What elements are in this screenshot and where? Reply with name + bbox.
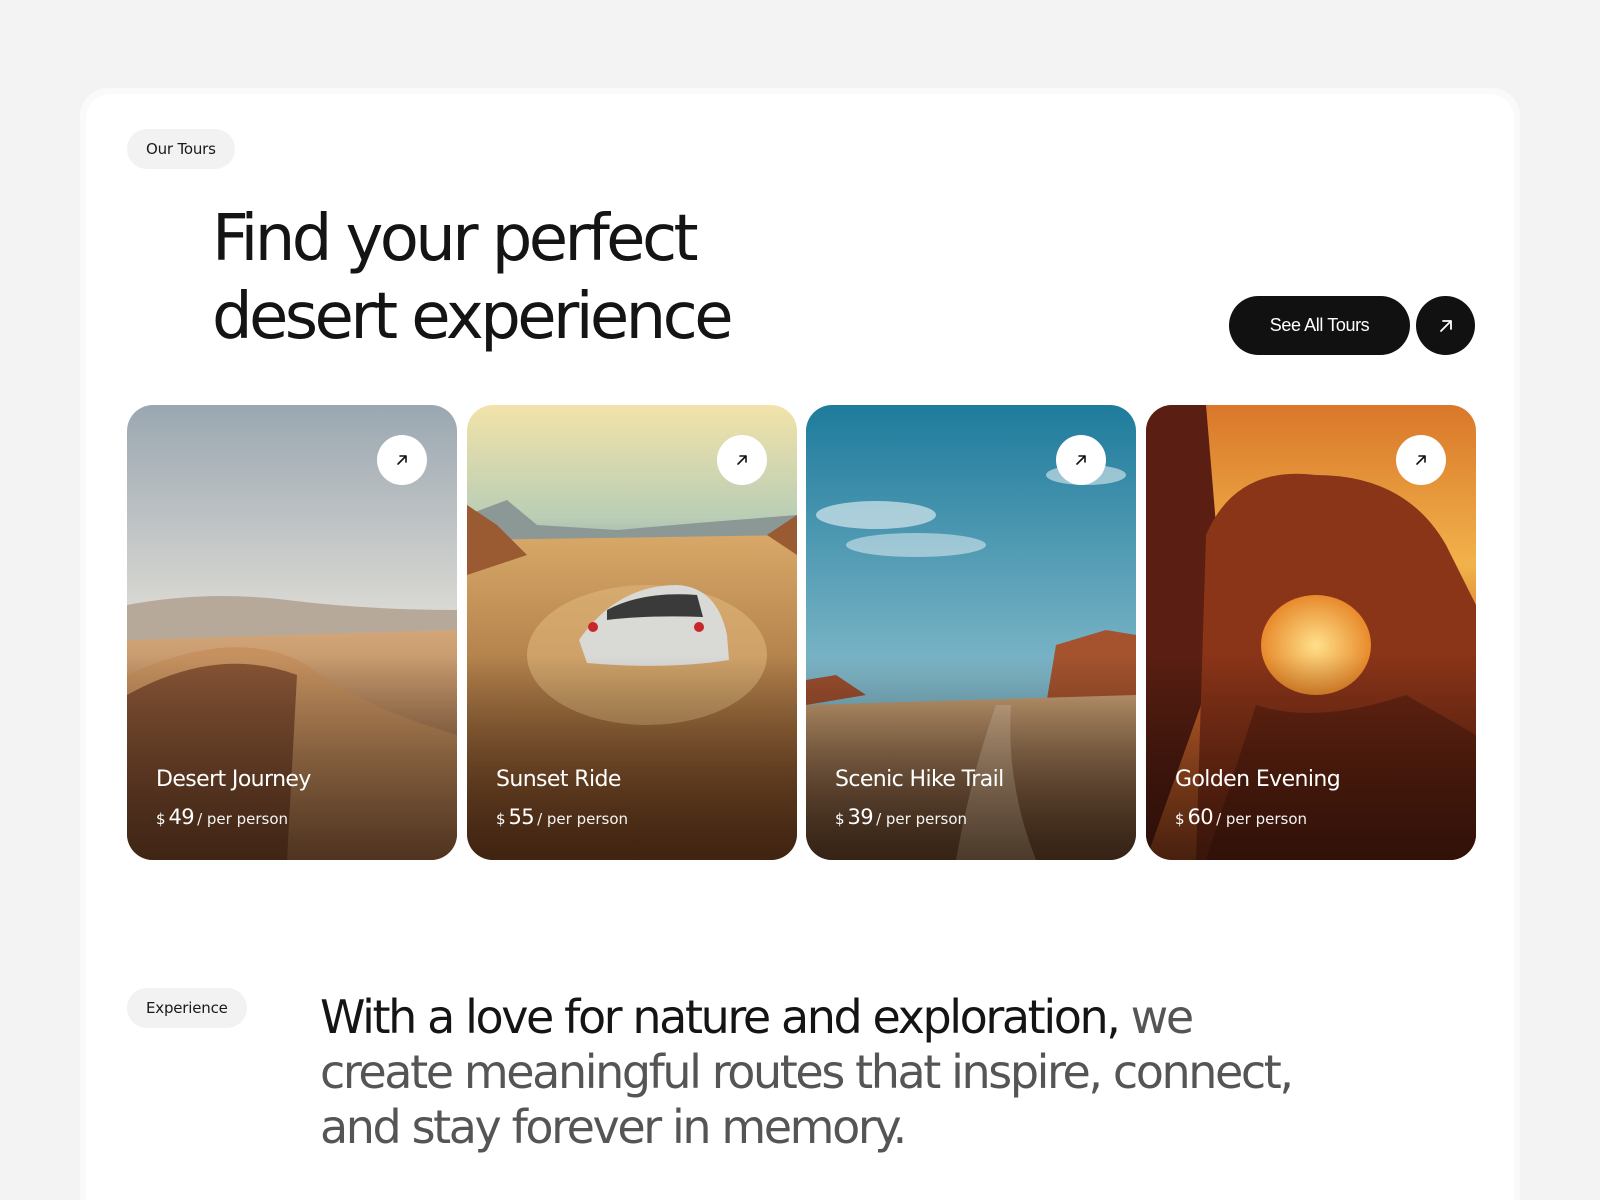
price-currency: $ xyxy=(496,810,506,828)
tour-price: $ 60 / per person xyxy=(1175,805,1307,829)
headline-line-2: desert experience xyxy=(212,280,734,354)
statement-emphasis: With a love for nature and exploration, xyxy=(320,990,1121,1044)
tour-price: $ 39 / per person xyxy=(835,805,967,829)
tour-title: Desert Journey xyxy=(156,767,311,792)
tour-title: Scenic Hike Trail xyxy=(835,767,1004,792)
card-open-button[interactable] xyxy=(377,435,427,485)
card-open-button[interactable] xyxy=(717,435,767,485)
headline-line-1: Find your perfect xyxy=(212,202,699,276)
card-open-button[interactable] xyxy=(1396,435,1446,485)
price-unit: / per person xyxy=(1216,810,1308,828)
section-badge-experience: Experience xyxy=(127,988,247,1028)
tour-card-golden-evening[interactable]: Golden Evening $ 60 / per person xyxy=(1146,405,1476,860)
arrow-up-right-icon xyxy=(737,455,747,465)
tour-price: $ 49 / per person xyxy=(156,805,288,829)
price-amount: 49 xyxy=(168,805,195,829)
tour-title: Sunset Ride xyxy=(496,767,621,792)
price-currency: $ xyxy=(835,810,845,828)
section-badge-tours: Our Tours xyxy=(127,129,235,169)
card-open-button[interactable] xyxy=(1056,435,1106,485)
price-amount: 39 xyxy=(847,805,874,829)
price-currency: $ xyxy=(1175,810,1185,828)
tour-card-scenic-hike-trail[interactable]: Scenic Hike Trail $ 39 / per person xyxy=(806,405,1136,860)
tour-card-desert-journey[interactable]: Desert Journey $ 49 / per person xyxy=(127,405,457,860)
experience-statement: With a love for nature and exploration, … xyxy=(320,990,1300,1155)
arrow-up-right-icon xyxy=(1439,319,1452,332)
arrow-up-right-icon xyxy=(1076,455,1086,465)
price-amount: 60 xyxy=(1187,805,1214,829)
price-currency: $ xyxy=(156,810,166,828)
tour-title: Golden Evening xyxy=(1175,767,1341,792)
price-unit: / per person xyxy=(537,810,629,828)
price-unit: / per person xyxy=(876,810,968,828)
see-all-arrow-button[interactable] xyxy=(1416,296,1475,355)
tour-price: $ 55 / per person xyxy=(496,805,628,829)
page-headline: Find your perfect desert experience xyxy=(212,200,932,356)
arrow-up-right-icon xyxy=(1416,455,1426,465)
price-amount: 55 xyxy=(508,805,535,829)
tour-card-sunset-ride[interactable]: Sunset Ride $ 55 / per person xyxy=(467,405,797,860)
arrow-up-right-icon xyxy=(397,455,407,465)
see-all-tours-button[interactable]: See All Tours xyxy=(1229,296,1410,355)
price-unit: / per person xyxy=(197,810,289,828)
